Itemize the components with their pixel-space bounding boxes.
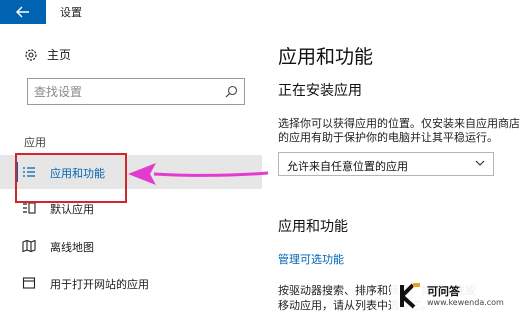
map-icon (22, 239, 36, 253)
watermark-name: 可问答 (427, 285, 460, 298)
gear-icon (25, 48, 37, 61)
window-title: 设置 (60, 6, 82, 19)
default-apps-icon (23, 202, 36, 214)
back-arrow-icon (16, 6, 29, 18)
search-icon[interactable] (225, 85, 238, 98)
manage-optional-features-link[interactable]: 管理可选功能 (278, 251, 344, 267)
web-apps-icon (22, 277, 36, 289)
watermark: 可问答 www.kewenda.com (391, 279, 528, 315)
sidebar-item-web-apps[interactable]: 用于打开网站的应用 (0, 266, 262, 300)
pointer-arrow-icon (128, 163, 269, 185)
main-panel: 应用和功能 正在安装应用 选择你可以获得应用的位置。仅安装来自应用商店的应用有助… (262, 24, 528, 315)
title-bar: 设置 (0, 0, 528, 24)
sidebar-item-label: 离线地图 (50, 241, 94, 254)
install-source-dropdown[interactable]: 允许来自任意位置的应用 (278, 152, 494, 176)
search-box[interactable] (27, 78, 245, 105)
section-label-apps: 应用 (24, 136, 46, 149)
page-title: 应用和功能 (278, 46, 374, 68)
home-link[interactable]: 主页 (24, 46, 71, 63)
search-input[interactable] (34, 83, 214, 101)
watermark-url: www.kewenda.com (427, 298, 504, 307)
chevron-down-icon (475, 160, 485, 166)
installing-apps-heading: 正在安装应用 (278, 83, 362, 99)
dropdown-value: 允许来自任意位置的应用 (287, 160, 408, 173)
sidebar-item-label: 用于打开网站的应用 (50, 278, 149, 291)
sidebar-item-label: 默认应用 (50, 203, 94, 216)
back-button[interactable] (0, 0, 46, 24)
highlight-box (15, 153, 127, 203)
installing-description: 选择你可以获得应用的位置。仅安装来自应用商店的应用有助于保护你的电脑并让其平稳运… (278, 117, 520, 144)
home-label: 主页 (47, 48, 72, 62)
apps-features-heading: 应用和功能 (278, 219, 348, 235)
sidebar-item-offline-maps[interactable]: 离线地图 (0, 229, 262, 263)
kewenda-logo-icon (400, 283, 420, 309)
